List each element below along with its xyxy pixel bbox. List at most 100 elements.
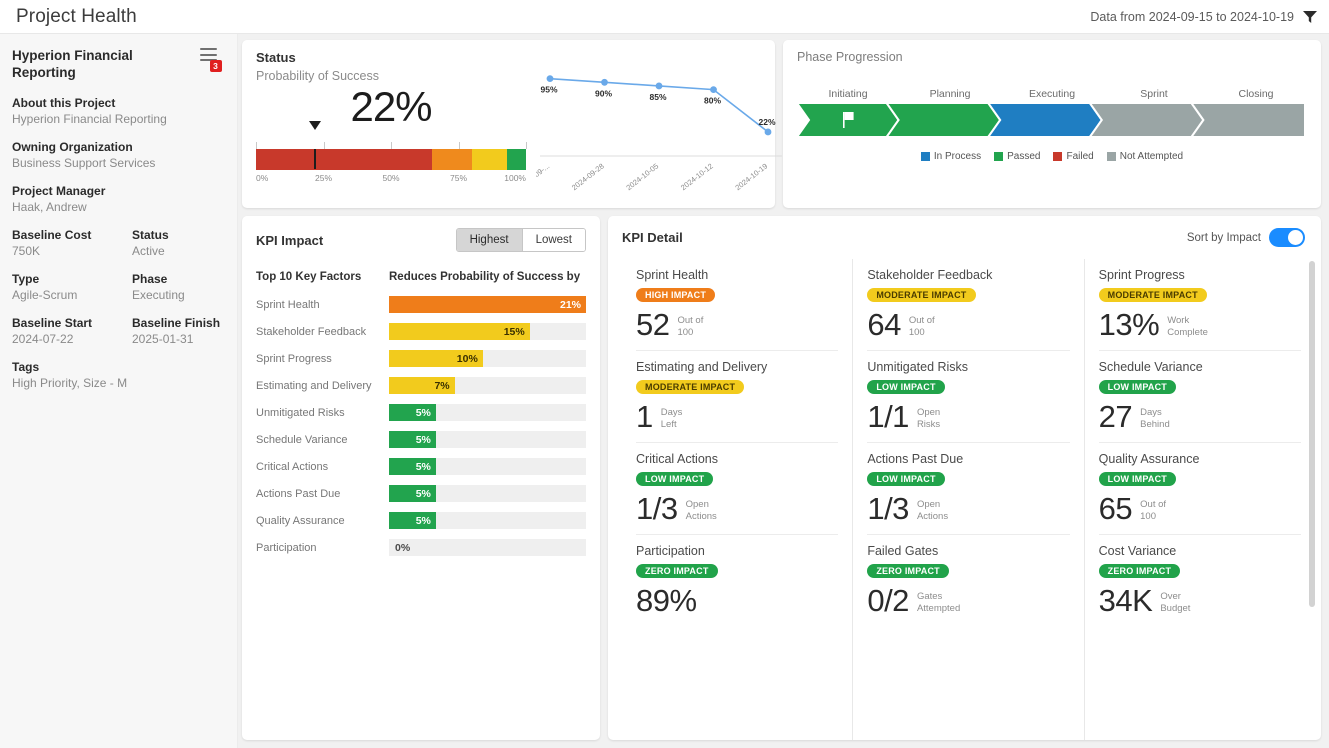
phase-panel-title: Phase Progression <box>797 50 1307 64</box>
kpi-detail-card[interactable]: Actions Past DueLOW IMPACT1/3OpenActions <box>867 442 1069 534</box>
lowest-button[interactable]: Lowest <box>522 229 585 251</box>
chart-x-tick-label: 2024-10-12 <box>679 161 715 192</box>
kpi-card-header: Sprint Health <box>636 268 838 282</box>
kpi-impact-bar-fill: 21% <box>389 296 586 313</box>
kpi-detail-card[interactable]: Sprint HealthHIGH IMPACT52Out of100 <box>636 259 838 350</box>
sort-by-impact-toggle[interactable] <box>1269 228 1305 247</box>
kpi-impact-bar-track: 7% <box>389 377 586 394</box>
kpi-impact-row[interactable]: Stakeholder Feedback15% <box>256 318 586 345</box>
header-filter-group[interactable]: Data from 2024-09-15 to 2024-10-19 <box>1090 10 1317 24</box>
probability-value: 22% <box>256 85 526 129</box>
kpi-card-value: 89% <box>636 585 697 616</box>
kpi-impact-bar-value: 5% <box>416 515 436 527</box>
top-panels-row: Status Probability of Success 22% 0%25%5… <box>242 40 1321 208</box>
kpi-impact-row[interactable]: Participation0% <box>256 534 586 561</box>
kpi-detail-card[interactable]: ParticipationZERO IMPACT89% <box>636 534 838 626</box>
kpi-detail-header: KPI Detail Sort by Impact <box>622 228 1315 247</box>
kpi-impact-row[interactable]: Quality Assurance5% <box>256 507 586 534</box>
kpi-detail-scrollbar[interactable] <box>1309 259 1315 740</box>
trend-chart-svg: 95%2024-09-...90%2024-09-2885%2024-10-05… <box>536 65 786 200</box>
kpi-detail-card[interactable]: Estimating and DeliveryMODERATE IMPACT1D… <box>636 350 838 442</box>
kpi-card-value: 1/3 <box>867 493 909 524</box>
status-panel-body: Probability of Success 22% 0%25%50%75%10… <box>256 65 761 200</box>
sort-by-impact-group[interactable]: Sort by Impact <box>1187 228 1305 247</box>
gauge-segment-warning <box>432 149 473 170</box>
trend-data-point[interactable] <box>765 129 772 136</box>
kpi-detail-card[interactable]: Unmitigated RisksLOW IMPACT1/1OpenRisks <box>867 350 1069 442</box>
kpi-impact-row-label: Unmitigated Risks <box>256 407 389 419</box>
kpi-card-unit-line1: Out of <box>909 315 935 327</box>
kpi-detail-card[interactable]: Sprint ProgressMODERATE IMPACT13%WorkCom… <box>1099 259 1301 350</box>
kpi-detail-column-2: Stakeholder FeedbackMODERATE IMPACT64Out… <box>852 259 1083 740</box>
kpi-impact-row-label: Sprint Health <box>256 299 389 311</box>
kpi-impact-bar-track: 10% <box>389 350 586 367</box>
phase-chevron-sprint[interactable] <box>1090 103 1204 137</box>
kpi-card-name: Critical Actions <box>636 452 718 466</box>
sticky-note-icon[interactable] <box>1057 452 1070 466</box>
sticky-note-icon[interactable] <box>1288 544 1301 558</box>
kpi-impact-bar-value: 5% <box>416 407 436 419</box>
kpi-card-header: Actions Past Due <box>867 452 1069 466</box>
field-value: 2024-07-22 <box>12 332 132 346</box>
kpi-impact-bar-value: 5% <box>416 461 436 473</box>
kpi-card-unit-line1: Work <box>1167 315 1208 327</box>
kpi-impact-row-label: Actions Past Due <box>256 488 389 500</box>
kpi-impact-row[interactable]: Unmitigated Risks 5% <box>256 399 586 426</box>
kpi-impact-row[interactable]: Schedule Variance5% <box>256 426 586 453</box>
phase-label-sprint: Sprint <box>1103 88 1205 100</box>
sticky-note-icon[interactable] <box>1288 360 1301 374</box>
phase-step-labels: InitiatingPlanningExecutingSprintClosing <box>797 88 1307 103</box>
sticky-note-icon[interactable] <box>825 452 838 466</box>
trend-data-point[interactable] <box>547 75 554 82</box>
kpi-detail-card[interactable]: Stakeholder FeedbackMODERATE IMPACT64Out… <box>867 259 1069 350</box>
kpi-impact-row[interactable]: Critical Actions5% <box>256 453 586 480</box>
kpi-card-metric: 34KOverBudget <box>1099 585 1301 616</box>
impact-badge: LOW IMPACT <box>1099 472 1176 486</box>
kpi-impact-bar-track: 5% <box>389 485 586 502</box>
highest-button[interactable]: Highest <box>457 229 522 251</box>
kpi-impact-row[interactable]: Actions Past Due5% <box>256 480 586 507</box>
kpi-detail-card[interactable]: Failed GatesZERO IMPACT0/2GatesAttempted <box>867 534 1069 626</box>
sticky-note-icon[interactable] <box>1057 360 1070 374</box>
gauge-tick-marks <box>256 142 526 149</box>
kpi-detail-card[interactable]: Schedule VarianceLOW IMPACT27DaysBehind <box>1099 350 1301 442</box>
kpi-card-metric: 64Out of100 <box>867 309 1069 340</box>
field-label: Phase <box>132 272 252 286</box>
kpi-card-header: Critical Actions <box>636 452 838 466</box>
gauge-tick-label: 25% <box>315 173 332 183</box>
trend-data-point[interactable] <box>710 86 717 93</box>
kpi-impact-row[interactable]: Sprint Progress10% <box>256 345 586 372</box>
filter-funnel-icon[interactable] <box>1303 11 1317 22</box>
kpi-detail-card[interactable]: Critical ActionsLOW IMPACT1/3OpenActions <box>636 442 838 534</box>
legend-label: In Process <box>934 151 981 162</box>
legend-item-failed: Failed <box>1053 151 1093 162</box>
kpi-card-header: Estimating and Delivery <box>636 360 838 374</box>
kpi-impact-row[interactable]: Estimating and Delivery7% <box>256 372 586 399</box>
kpi-detail-card[interactable]: Cost VarianceZERO IMPACT34KOverBudget <box>1099 534 1301 626</box>
kpi-card-name: Sprint Progress <box>1099 268 1185 282</box>
phase-chevron-executing[interactable] <box>988 103 1102 137</box>
field-value: Active <box>132 244 252 258</box>
sticky-note-icon[interactable] <box>825 544 838 558</box>
sticky-note-icon[interactable] <box>1057 268 1070 282</box>
trend-data-point[interactable] <box>656 83 663 90</box>
kpi-impact-row[interactable]: Sprint Health21% <box>256 291 586 318</box>
kpi-detail-title: KPI Detail <box>622 230 683 245</box>
kpi-detail-card[interactable]: Quality AssuranceLOW IMPACT65Out of100 <box>1099 442 1301 534</box>
phase-chevron-planning[interactable] <box>887 103 1001 137</box>
phase-chevron-closing[interactable] <box>1191 103 1305 137</box>
kpi-impact-bar-fill: 5% <box>389 404 436 421</box>
scrollbar-thumb[interactable] <box>1309 261 1315 607</box>
sidebar-header: Hyperion Financial Reporting 3 <box>12 48 223 82</box>
gauge-tick-label: 100% <box>504 173 526 183</box>
toggle-knob <box>1288 230 1303 245</box>
field-value: High Priority, Size - M <box>12 376 223 390</box>
sticky-note-icon[interactable]: 3 <box>201 66 216 82</box>
trend-data-point[interactable] <box>601 79 608 86</box>
phase-label-executing: Executing <box>1001 88 1103 100</box>
impact-sort-toggle[interactable]: Highest Lowest <box>456 228 586 252</box>
kpi-impact-bar-fill: 5% <box>389 431 436 448</box>
kpi-card-unit-line2: 100 <box>677 327 703 339</box>
sticky-note-icon[interactable] <box>1057 544 1070 558</box>
kpi-card-unit: WorkComplete <box>1167 309 1208 339</box>
